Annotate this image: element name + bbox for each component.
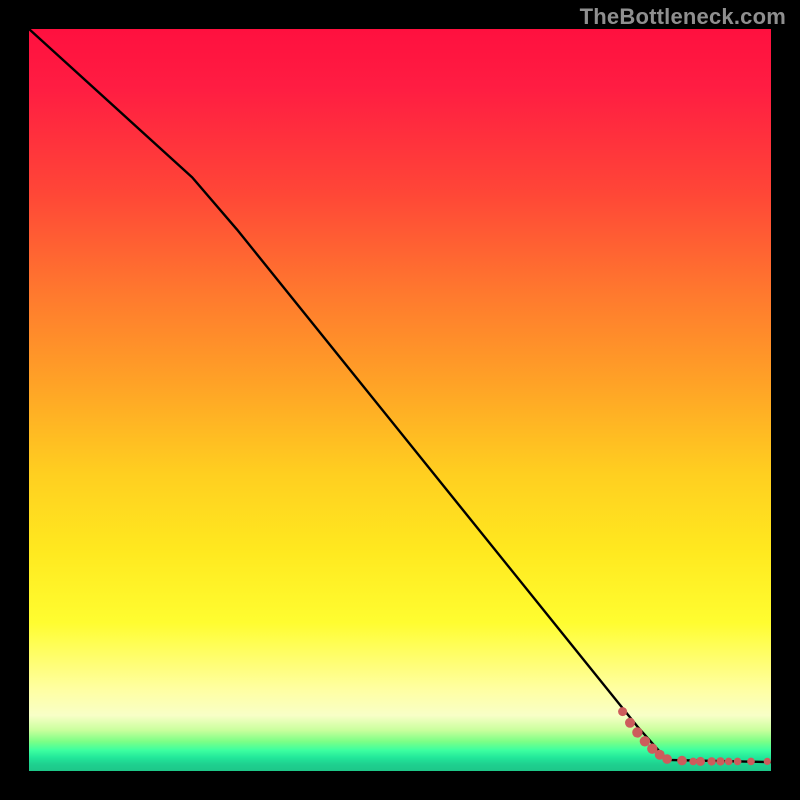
data-point	[747, 758, 755, 766]
data-point	[696, 757, 705, 766]
plot-area	[29, 29, 771, 771]
data-point	[618, 707, 627, 716]
data-point	[662, 754, 672, 764]
chart-frame: TheBottleneck.com	[0, 0, 800, 800]
data-point	[677, 756, 687, 766]
watermark-text: TheBottleneck.com	[580, 4, 786, 30]
data-point	[625, 718, 635, 728]
data-point	[764, 758, 771, 765]
data-point	[734, 758, 742, 766]
scatter-group	[618, 707, 771, 766]
data-point	[716, 757, 724, 765]
data-point	[725, 758, 733, 766]
data-point	[689, 758, 697, 766]
data-point	[632, 727, 642, 737]
overlay-svg	[29, 29, 771, 771]
data-point	[640, 736, 650, 746]
bottleneck-curve	[29, 29, 771, 762]
data-point	[707, 757, 715, 765]
